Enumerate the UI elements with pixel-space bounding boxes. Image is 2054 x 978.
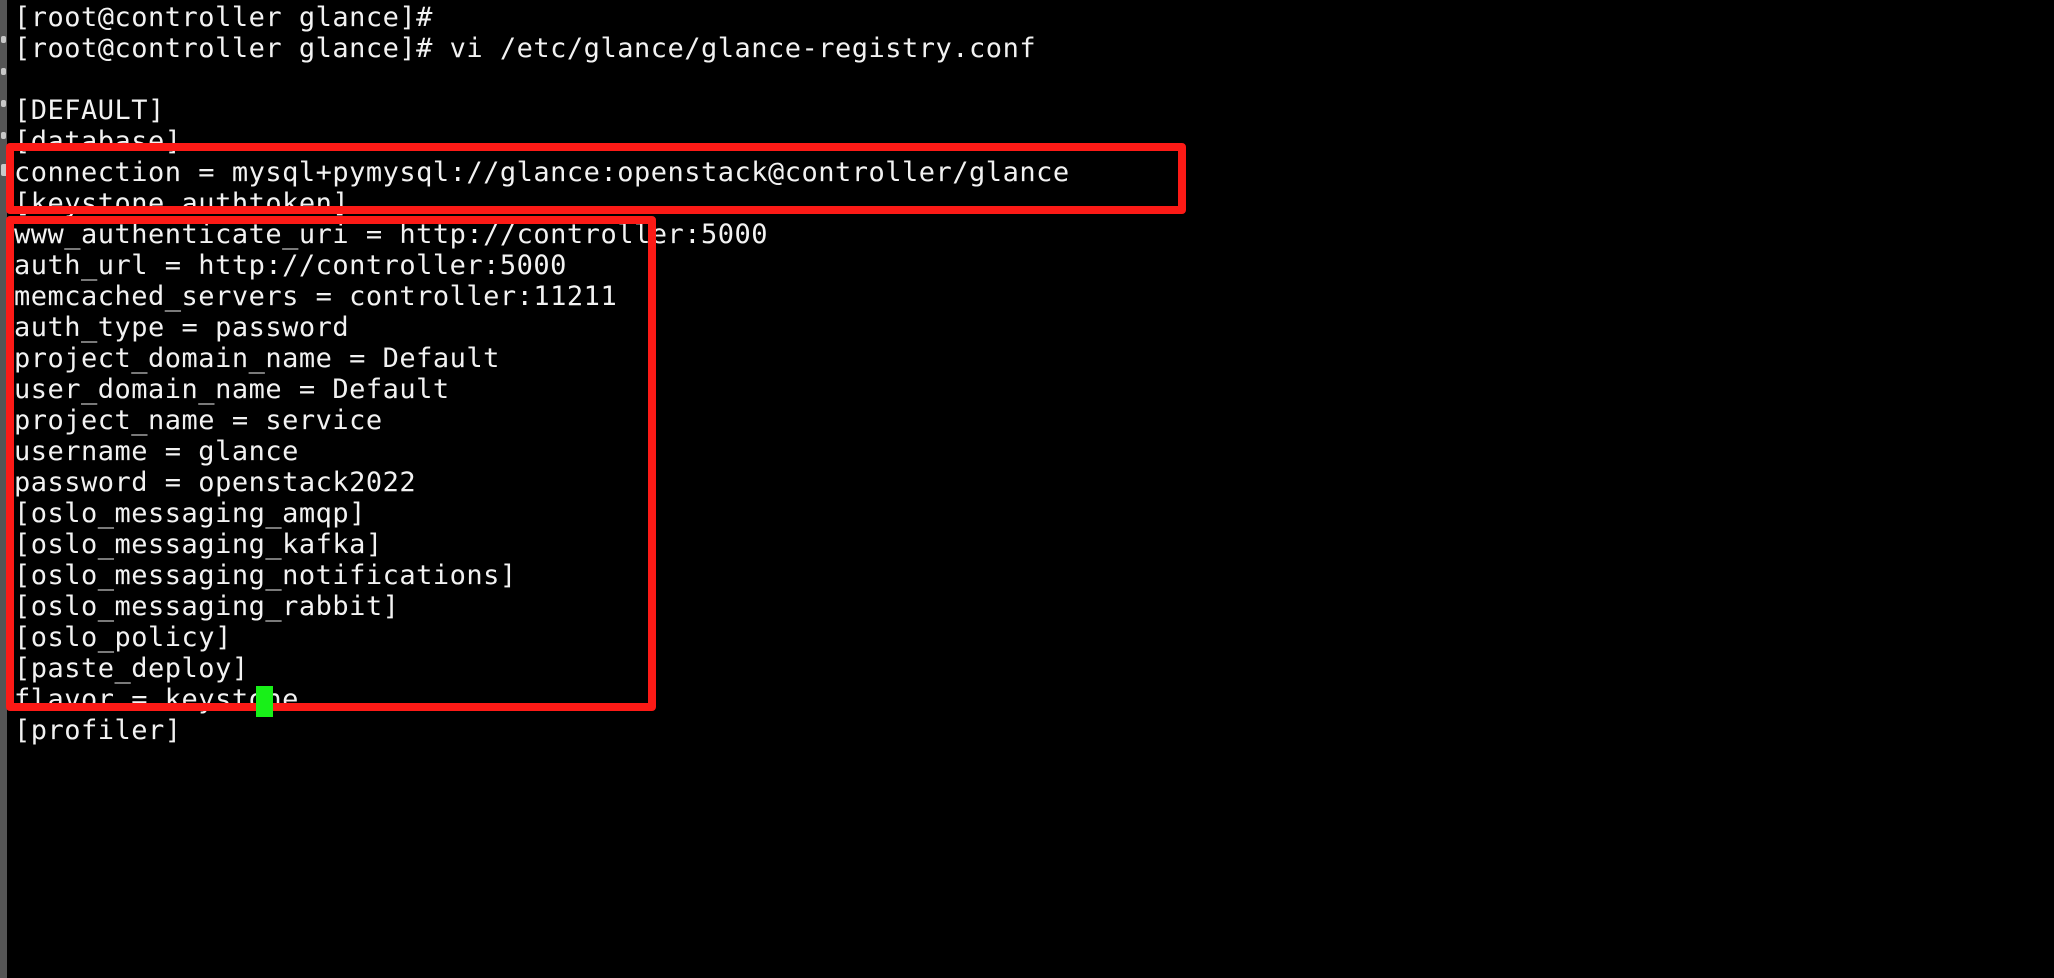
terminal-line-cfg-auth-url: auth_url = http://controller:5000 bbox=[14, 250, 567, 281]
terminal-line-sec-profiler: [profiler] bbox=[14, 715, 182, 746]
terminal-line-sec-oslo-rabbit: [oslo_messaging_rabbit] bbox=[14, 591, 400, 622]
terminal-line-sec-keystone-authtoken: [keystone_authtoken] bbox=[14, 188, 350, 219]
terminal-line-sec-oslo-amqp: [oslo_messaging_amqp] bbox=[14, 498, 366, 529]
terminal-line-sec-oslo-kafka: [oslo_messaging_kafka] bbox=[14, 529, 383, 560]
terminal-line-cfg-www-auth-uri: www_authenticate_uri = http://controller… bbox=[14, 219, 768, 250]
terminal-line-sec-default: [DEFAULT] bbox=[14, 95, 165, 126]
terminal-line-sec-paste-deploy: [paste_deploy] bbox=[14, 653, 249, 684]
text-cursor bbox=[256, 686, 273, 717]
terminal-line-prompt-1: [root@controller glance]# bbox=[14, 2, 433, 33]
terminal-line-cfg-user-domain: user_domain_name = Default bbox=[14, 374, 450, 405]
terminal-line-cfg-project-name: project_name = service bbox=[14, 405, 383, 436]
terminal-text-area[interactable]: [root@controller glance]# [root@controlle… bbox=[0, 0, 2054, 978]
terminal-line-cfg-project-domain: project_domain_name = Default bbox=[14, 343, 500, 374]
terminal-window[interactable]: [root@controller glance]# [root@controlle… bbox=[0, 0, 2054, 978]
terminal-line-cfg-memcached: memcached_servers = controller:11211 bbox=[14, 281, 618, 312]
terminal-line-cfg-connection: connection = mysql+pymysql://glance:open… bbox=[14, 157, 1070, 188]
terminal-line-cfg-username: username = glance bbox=[14, 436, 299, 467]
terminal-line-prompt-2: [root@controller glance]# vi /etc/glance… bbox=[14, 33, 1037, 64]
terminal-line-cfg-password: password = openstack2022 bbox=[14, 467, 417, 498]
terminal-line-cfg-auth-type: auth_type = password bbox=[14, 312, 350, 343]
terminal-line-sec-oslo-policy: [oslo_policy] bbox=[14, 622, 232, 653]
terminal-line-sec-database: [database] bbox=[14, 126, 182, 157]
terminal-line-sec-oslo-notifications: [oslo_messaging_notifications] bbox=[14, 560, 517, 591]
